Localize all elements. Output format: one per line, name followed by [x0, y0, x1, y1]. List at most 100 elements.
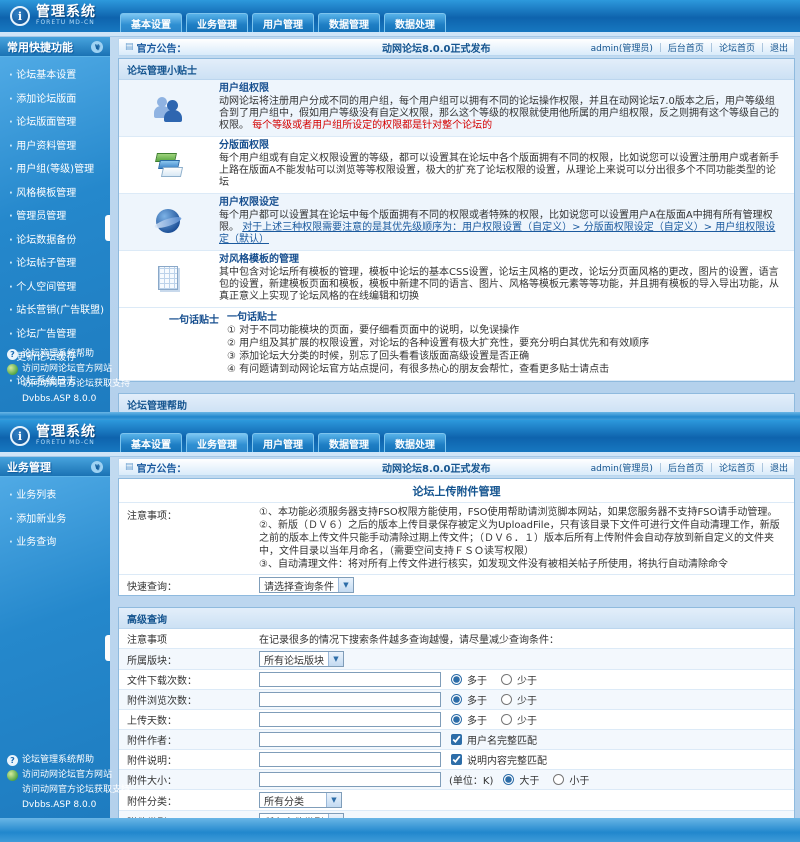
sidebar-item-forum-basic-settings[interactable]: 论坛基本设置 [9, 66, 108, 81]
tab-data[interactable]: 数据管理 [318, 13, 380, 32]
notice-line: ①、本功能必须服务器支持FSO权限方能使用，FSO使用帮助请浏览脚本网站，如果您… [259, 506, 786, 519]
board-select[interactable]: 所有论坛版块 ▼ [259, 651, 344, 667]
description-exact-checkbox[interactable] [451, 754, 462, 765]
adv-note-text: 在记录很多的情况下搜索条件越多查询越慢，请尽量减少查询条件： [259, 631, 559, 646]
category-label: 附件分类： [119, 793, 259, 808]
chevron-down-icon: ▼ [326, 793, 341, 807]
board-selected: 所有论坛版块 [260, 652, 328, 667]
link-admin-home[interactable]: 后台首页 [668, 461, 704, 474]
tab-business[interactable]: 业务管理 [186, 13, 248, 32]
download-count-label: 文件下载次数： [119, 672, 259, 687]
view-more-radio[interactable] [451, 694, 462, 705]
tab-data[interactable]: 数据管理 [318, 433, 380, 452]
link-admin-user[interactable]: admin(管理员) [591, 461, 653, 474]
sidebar-item-usergroup[interactable]: 用户组(等级)管理 [9, 160, 108, 175]
section-gap [118, 382, 795, 391]
link-admin-user[interactable]: admin(管理员) [591, 41, 653, 54]
announcement-icon: ▤ [125, 462, 134, 472]
tab-basic-settings[interactable]: 基本设置 [120, 433, 182, 452]
link-forum-home[interactable]: 论坛首页 [719, 461, 755, 474]
tip-text: 每个用户组或有自定义权限设置的等级，都可以设置其在论坛中各个版面拥有不同的权限，… [219, 153, 779, 188]
chevron-down-icon[interactable]: ∨ [91, 461, 103, 473]
notice-row: 注意事项： ①、本功能必须服务器支持FSO权限方能使用，FSO使用帮助请浏览脚本… [119, 503, 794, 575]
sidebar-official-site-link[interactable]: 访问动网论坛官方网站 [7, 770, 108, 781]
help-panel: 论坛管理帮助 产品开发： 海口动网先锋网络科技有限公司 中国国家版权局著作权登记… [118, 393, 795, 412]
tab-basic-settings[interactable]: 基本设置 [120, 13, 182, 32]
sidebar-item-template[interactable]: 风格模板管理 [9, 184, 108, 199]
description-input[interactable] [259, 752, 441, 767]
sidebar-item-add-board[interactable]: 添加论坛版面 [9, 90, 108, 105]
notice-line: ②、新版（ＤＶ６）之后的版本上传目录保存被定义为UploadFile，只有该目录… [259, 519, 786, 558]
size-label: 附件大小： [119, 772, 259, 787]
globe-icon [7, 770, 18, 781]
header: i 管理系统 FORETU MD-CN 基本设置 业务管理 用户管理 数据管理 … [0, 420, 800, 452]
sidebar-drag-handle[interactable] [105, 215, 110, 241]
tab-processing[interactable]: 数据处理 [384, 433, 446, 452]
announcement-marquee: 动网论坛8.0.0正式发布 [288, 460, 585, 475]
download-count-input[interactable] [259, 672, 441, 687]
tip-row-user-permission: 用户权限设定 每个用户都可以设置其在论坛中每个版面拥有不同的权限或者特殊的权限，… [119, 194, 794, 251]
sidebar-item-space[interactable]: 个人空间管理 [9, 278, 108, 293]
board-select-row: 所属版块： 所有论坛版块 ▼ [119, 649, 794, 670]
link-logout[interactable]: 退出 [770, 461, 788, 474]
less-label: 少于 [517, 692, 537, 707]
chevron-down-icon[interactable]: ∨ [91, 41, 103, 53]
link-separator: ｜ [758, 41, 767, 54]
sidebar-item-add-business[interactable]: 添加新业务 [9, 510, 108, 525]
less-label: 少于 [517, 712, 537, 727]
sidebar-help-link[interactable]: ?论坛管理系统帮助 [7, 755, 108, 766]
tab-users[interactable]: 用户管理 [252, 13, 314, 32]
size-input[interactable] [259, 772, 441, 787]
sidebar-item-business-list[interactable]: 业务列表 [9, 486, 108, 501]
sidebar-item-business-query[interactable]: 业务查询 [9, 533, 108, 548]
tips-panel: 论坛管理小贴士 用户组权限 动网论坛将注册用户分成不同的用户组，每个用户组可以拥… [118, 58, 795, 382]
sidebar-item-user-profile[interactable]: 用户资料管理 [9, 137, 108, 152]
sidebar-list: 业务列表 添加新业务 业务查询 [0, 477, 110, 548]
author-exact-checkbox[interactable] [451, 734, 462, 745]
more-label: 多于 [467, 692, 487, 707]
advanced-search-panel: 高级查询 注意事项 在记录很多的情况下搜索条件越多查询越慢，请尽量减少查询条件：… [118, 607, 795, 818]
nav-tabs: 基本设置 业务管理 用户管理 数据管理 数据处理 [120, 13, 446, 32]
sidebar-item-board-manage[interactable]: 论坛版面管理 [9, 113, 108, 128]
sidebar-title-bar: 业务管理 ∨ [0, 457, 110, 477]
template-grid-icon [154, 264, 184, 294]
sidebar-item-posts[interactable]: 论坛帖子管理 [9, 254, 108, 269]
description-exact-label: 说明内容完整匹配 [467, 752, 547, 767]
tab-users[interactable]: 用户管理 [252, 433, 314, 452]
sidebar-official-site-link[interactable]: 访问动网论坛官方网站 [7, 364, 108, 375]
size-smaller-radio[interactable] [553, 774, 564, 785]
link-forum-home[interactable]: 论坛首页 [719, 41, 755, 54]
upload-days-input[interactable] [259, 712, 441, 727]
tip-priority-link[interactable]: 对于上述三种权限需要注意的是其优先级顺序为：用户权限设置（自定义）> 分版面权限… [219, 222, 775, 245]
category-select[interactable]: 所有分类 ▼ [259, 792, 342, 808]
link-admin-home[interactable]: 后台首页 [668, 41, 704, 54]
days-more-radio[interactable] [451, 714, 462, 725]
smaller-label: 小于 [569, 772, 589, 787]
sidebar-item-marketing[interactable]: 站长营销(广告联盟) [9, 301, 108, 316]
sidebar-support-link[interactable]: 访问动网官方论坛获取支持 [7, 379, 108, 390]
sidebar-help-link[interactable]: ?论坛管理系统帮助 [7, 349, 108, 360]
view-count-input[interactable] [259, 692, 441, 707]
tab-business[interactable]: 业务管理 [186, 433, 248, 452]
quick-query-select[interactable]: 请选择查询条件 ▼ [259, 577, 354, 593]
sidebar-business: 业务管理 ∨ 业务列表 添加新业务 业务查询 ?论坛管理系统帮助 访问动网论坛官… [0, 457, 110, 818]
size-greater-radio[interactable] [503, 774, 514, 785]
sidebar-drag-handle[interactable] [105, 635, 110, 661]
sidebar-item-backup[interactable]: 论坛数据备份 [9, 231, 108, 246]
attachment-manage-panel: 论坛上传附件管理 注意事项： ①、本功能必须服务器支持FSO权限方能使用，FSO… [118, 478, 795, 596]
author-exact-label: 用户名完整匹配 [467, 732, 537, 747]
view-less-radio[interactable] [501, 694, 512, 705]
days-less-radio[interactable] [501, 714, 512, 725]
tab-processing[interactable]: 数据处理 [384, 13, 446, 32]
link-logout[interactable]: 退出 [770, 41, 788, 54]
sidebar-item-ads[interactable]: 论坛广告管理 [9, 325, 108, 340]
quick-query-row: 快速查询： 请选择查询条件 ▼ [119, 575, 794, 595]
download-less-radio[interactable] [501, 674, 512, 685]
sidebar-item-admins[interactable]: 管理员管理 [9, 207, 108, 222]
download-more-radio[interactable] [451, 674, 462, 685]
author-input[interactable] [259, 732, 441, 747]
sidebar-title: 常用快捷功能 [7, 39, 73, 55]
sidebar-support-link[interactable]: 访问动网官方论坛获取支持 [7, 785, 108, 796]
oneliner-item: ① 对于不同功能模块的页面，要仔细看页面中的说明，以免误操作 [227, 324, 784, 337]
announcement-label: 官方公告： [137, 460, 187, 475]
